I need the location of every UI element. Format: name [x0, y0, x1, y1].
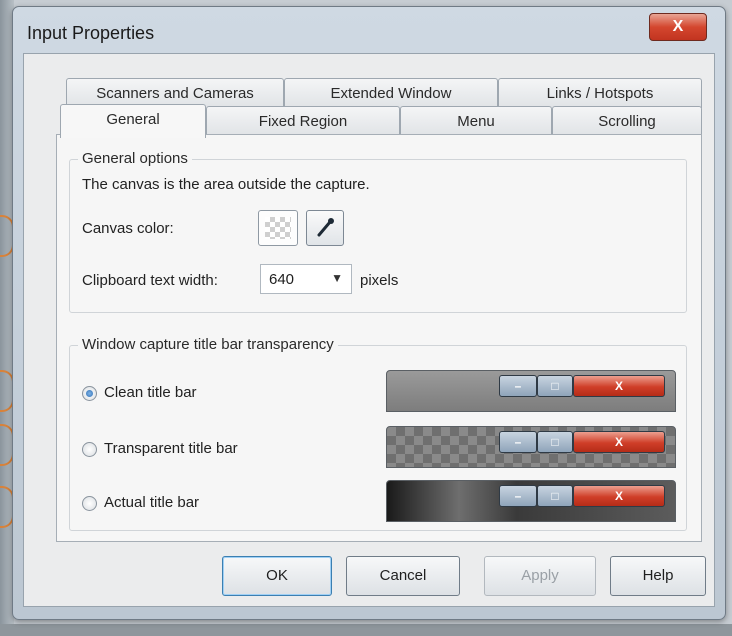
eyedropper-button[interactable]: [306, 210, 344, 246]
cancel-button[interactable]: Cancel: [346, 556, 460, 596]
apply-button[interactable]: Apply: [484, 556, 596, 596]
minimize-icon: –: [499, 431, 537, 453]
dropdown-arrow-icon[interactable]: ▼: [331, 271, 343, 285]
canvas-color-swatch[interactable]: [258, 210, 298, 246]
minimize-icon: –: [499, 375, 537, 397]
tab-links-hotspots[interactable]: Links / Hotspots: [498, 78, 702, 108]
canvas-color-label: Canvas color:: [82, 220, 174, 237]
clean-title-bar-label[interactable]: Clean title bar: [104, 384, 197, 401]
title-bar[interactable]: Input Properties X: [13, 7, 725, 53]
radio-actual-title-bar[interactable]: [82, 496, 97, 511]
ok-button[interactable]: OK: [222, 556, 332, 596]
tab-scrolling[interactable]: Scrolling: [552, 106, 702, 136]
preview-caption-buttons: – □ X: [499, 375, 667, 397]
general-tab-panel: General options The canvas is the area o…: [56, 134, 702, 542]
window-title: Input Properties: [27, 23, 155, 43]
desktop-backdrop-bottom: [0, 624, 732, 636]
maximize-icon: □: [537, 485, 573, 507]
tab-extended-window[interactable]: Extended Window: [284, 78, 498, 108]
transparency-heading: Window capture title bar transparency: [78, 336, 338, 353]
tab-fixed-region[interactable]: Fixed Region: [206, 106, 400, 136]
transparent-title-bar-preview: – □ X: [386, 426, 676, 468]
tab-menu[interactable]: Menu: [400, 106, 552, 136]
general-options-group: General options The canvas is the area o…: [69, 150, 687, 313]
input-properties-dialog: Input Properties X Scanners and Cameras …: [12, 6, 726, 620]
pixels-unit-label: pixels: [360, 272, 399, 289]
maximize-icon: □: [537, 375, 573, 397]
transparent-title-bar-label[interactable]: Transparent title bar: [104, 440, 238, 457]
transparent-swatch: [265, 217, 291, 239]
preview-caption-buttons: – □ X: [499, 431, 667, 453]
clipboard-width-label: Clipboard text width:: [82, 272, 218, 289]
actual-title-bar-label[interactable]: Actual title bar: [104, 494, 199, 511]
clipboard-width-combobox[interactable]: 640 ▼: [260, 264, 352, 294]
eyedropper-icon: [317, 218, 334, 237]
radio-transparent-title-bar[interactable]: [82, 442, 97, 457]
minimize-icon: –: [499, 485, 537, 507]
preview-caption-buttons: – □ X: [499, 485, 667, 507]
dialog-client: Scanners and Cameras Extended Window Lin…: [23, 53, 715, 607]
canvas-description: The canvas is the area outside the captu…: [82, 176, 370, 193]
close-icon: X: [573, 375, 665, 397]
tab-general[interactable]: General: [60, 104, 206, 138]
close-button[interactable]: X: [649, 13, 707, 41]
actual-title-bar-preview: – □ X: [386, 480, 676, 522]
general-options-heading: General options: [78, 150, 192, 167]
close-icon: X: [573, 485, 665, 507]
clipboard-width-value: 640: [269, 271, 295, 288]
close-icon: X: [672, 18, 684, 35]
maximize-icon: □: [537, 431, 573, 453]
clean-title-bar-preview: – □ X: [386, 370, 676, 412]
radio-clean-title-bar[interactable]: [82, 386, 97, 401]
transparency-group: Window capture title bar transparency Cl…: [69, 336, 687, 531]
help-button[interactable]: Help: [610, 556, 706, 596]
close-icon: X: [573, 431, 665, 453]
